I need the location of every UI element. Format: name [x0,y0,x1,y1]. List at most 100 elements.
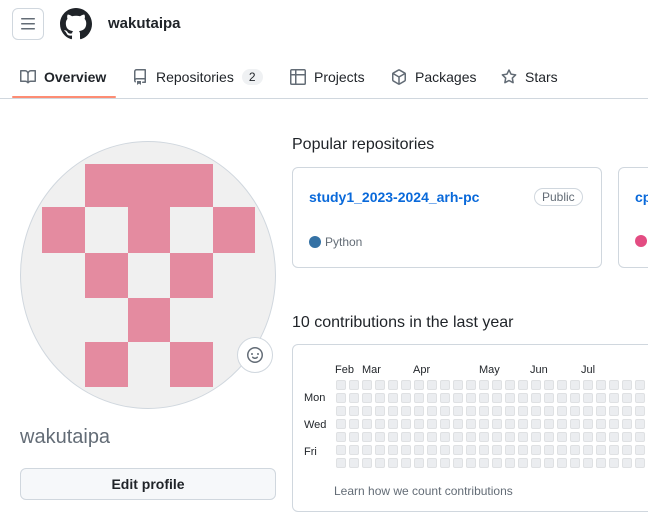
contribution-day-cell[interactable] [401,380,411,390]
contribution-day-cell[interactable] [583,445,593,455]
contribution-day-cell[interactable] [375,458,385,468]
contribution-day-cell[interactable] [505,445,515,455]
contribution-day-cell[interactable] [479,380,489,390]
contribution-day-cell[interactable] [414,458,424,468]
contribution-day-cell[interactable] [375,445,385,455]
contribution-day-cell[interactable] [505,432,515,442]
contribution-day-cell[interactable] [492,380,502,390]
contribution-day-cell[interactable] [479,445,489,455]
contribution-day-cell[interactable] [609,432,619,442]
contribution-day-cell[interactable] [453,419,463,429]
contribution-day-cell[interactable] [570,406,580,416]
contribution-day-cell[interactable] [505,458,515,468]
contribution-day-cell[interactable] [479,406,489,416]
contribution-day-cell[interactable] [518,432,528,442]
contribution-day-cell[interactable] [440,432,450,442]
contribution-day-cell[interactable] [349,393,359,403]
contribution-day-cell[interactable] [544,432,554,442]
contribution-day-cell[interactable] [557,419,567,429]
contribution-day-cell[interactable] [570,445,580,455]
contribution-day-cell[interactable] [544,419,554,429]
contribution-day-cell[interactable] [583,380,593,390]
contribution-day-cell[interactable] [401,393,411,403]
contribution-day-cell[interactable] [375,419,385,429]
set-status-button[interactable] [237,337,273,373]
contribution-day-cell[interactable] [518,393,528,403]
contribution-day-cell[interactable] [583,458,593,468]
contribution-day-cell[interactable] [635,406,645,416]
contribution-day-cell[interactable] [492,406,502,416]
contribution-day-cell[interactable] [414,406,424,416]
contribution-day-cell[interactable] [557,432,567,442]
contribution-day-cell[interactable] [427,406,437,416]
contribution-day-cell[interactable] [388,380,398,390]
contribution-day-cell[interactable] [505,419,515,429]
contribution-day-cell[interactable] [362,419,372,429]
contribution-day-cell[interactable] [427,393,437,403]
contribution-day-cell[interactable] [531,458,541,468]
contribution-day-cell[interactable] [336,432,346,442]
contribution-day-cell[interactable] [336,393,346,403]
contribution-day-cell[interactable] [596,406,606,416]
header-username[interactable]: wakutaipa [108,15,181,32]
contribution-day-cell[interactable] [453,380,463,390]
contribution-day-cell[interactable] [401,406,411,416]
contribution-day-cell[interactable] [427,380,437,390]
contribution-day-cell[interactable] [570,393,580,403]
contribution-day-cell[interactable] [388,419,398,429]
contribution-day-cell[interactable] [609,458,619,468]
contribution-day-cell[interactable] [479,458,489,468]
contribution-day-cell[interactable] [622,419,632,429]
contribution-day-cell[interactable] [557,406,567,416]
contribution-day-cell[interactable] [583,432,593,442]
contribution-day-cell[interactable] [557,458,567,468]
contribution-day-cell[interactable] [336,406,346,416]
contribution-day-cell[interactable] [635,458,645,468]
contribution-day-cell[interactable] [414,432,424,442]
contribution-day-cell[interactable] [414,393,424,403]
tab-stars[interactable]: Stars [501,54,558,99]
contribution-day-cell[interactable] [622,393,632,403]
avatar[interactable] [20,141,276,409]
contribution-day-cell[interactable] [427,419,437,429]
contribution-day-cell[interactable] [375,432,385,442]
contribution-day-cell[interactable] [453,393,463,403]
contribution-day-cell[interactable] [609,406,619,416]
contribution-day-cell[interactable] [388,393,398,403]
contribution-day-cell[interactable] [466,432,476,442]
contribution-day-cell[interactable] [531,380,541,390]
contribution-day-cell[interactable] [544,445,554,455]
contribution-day-cell[interactable] [336,458,346,468]
tab-packages[interactable]: Packages [391,54,476,99]
contribution-day-cell[interactable] [531,445,541,455]
contribution-day-cell[interactable] [596,393,606,403]
contribution-day-cell[interactable] [414,380,424,390]
repo-link[interactable]: study1_2023-2024_arh-pc [309,189,479,205]
contribution-day-cell[interactable] [570,419,580,429]
tab-repositories[interactable]: Repositories 2 [132,54,263,99]
contribution-day-cell[interactable] [388,406,398,416]
contribution-day-cell[interactable] [622,406,632,416]
contribution-day-cell[interactable] [622,458,632,468]
contribution-day-cell[interactable] [557,380,567,390]
contribution-day-cell[interactable] [596,432,606,442]
contribution-day-cell[interactable] [479,393,489,403]
contribution-day-cell[interactable] [596,419,606,429]
contribution-day-cell[interactable] [349,419,359,429]
contribution-day-cell[interactable] [466,458,476,468]
contribution-day-cell[interactable] [362,445,372,455]
contribution-day-cell[interactable] [401,458,411,468]
contribution-day-cell[interactable] [635,419,645,429]
edit-profile-button[interactable]: Edit profile [20,468,276,500]
contribution-day-cell[interactable] [596,380,606,390]
contribution-day-cell[interactable] [531,393,541,403]
contribution-day-cell[interactable] [531,432,541,442]
contribution-day-cell[interactable] [479,419,489,429]
contribution-day-cell[interactable] [453,432,463,442]
contribution-day-cell[interactable] [492,458,502,468]
menu-button[interactable] [12,8,44,40]
contribution-day-cell[interactable] [388,458,398,468]
contribution-day-cell[interactable] [362,432,372,442]
tab-overview[interactable]: Overview [20,54,106,99]
contribution-day-cell[interactable] [414,419,424,429]
